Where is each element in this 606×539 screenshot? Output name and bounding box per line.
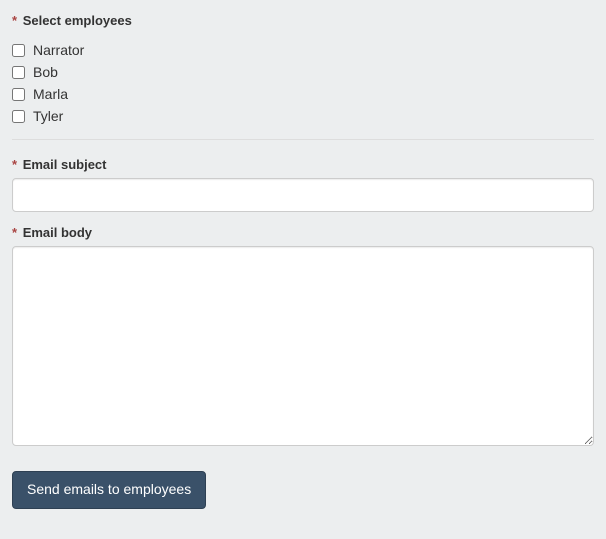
body-label: * Email body (12, 225, 92, 240)
employee-checkbox-narrator[interactable] (12, 44, 25, 57)
subject-group: * Email subject (12, 156, 594, 212)
subject-label-text: Email subject (23, 157, 107, 172)
employee-row: Bob (12, 61, 594, 83)
employee-checkbox-marla[interactable] (12, 88, 25, 101)
employee-label[interactable]: Marla (33, 86, 68, 102)
subject-input[interactable] (12, 178, 594, 212)
send-emails-button[interactable]: Send emails to employees (12, 471, 206, 509)
body-label-text: Email body (23, 225, 92, 240)
required-asterisk: * (12, 225, 17, 240)
subject-label: * Email subject (12, 157, 107, 172)
employee-row: Tyler (12, 105, 594, 127)
employees-label: * Select employees (12, 13, 132, 28)
body-textarea[interactable] (12, 246, 594, 446)
divider (12, 139, 594, 140)
employee-checkbox-tyler[interactable] (12, 110, 25, 123)
employees-checkbox-list: Narrator Bob Marla Tyler (12, 39, 594, 127)
required-asterisk: * (12, 157, 17, 172)
body-group: * Email body (12, 224, 594, 449)
employee-label[interactable]: Narrator (33, 42, 84, 58)
employees-label-text: Select employees (23, 13, 132, 28)
employee-row: Narrator (12, 39, 594, 61)
employee-label[interactable]: Tyler (33, 108, 63, 124)
employee-checkbox-bob[interactable] (12, 66, 25, 79)
employees-group: * Select employees Narrator Bob Marla Ty… (12, 12, 594, 127)
employee-row: Marla (12, 83, 594, 105)
email-form: * Select employees Narrator Bob Marla Ty… (12, 12, 594, 509)
employee-label[interactable]: Bob (33, 64, 58, 80)
required-asterisk: * (12, 13, 17, 28)
